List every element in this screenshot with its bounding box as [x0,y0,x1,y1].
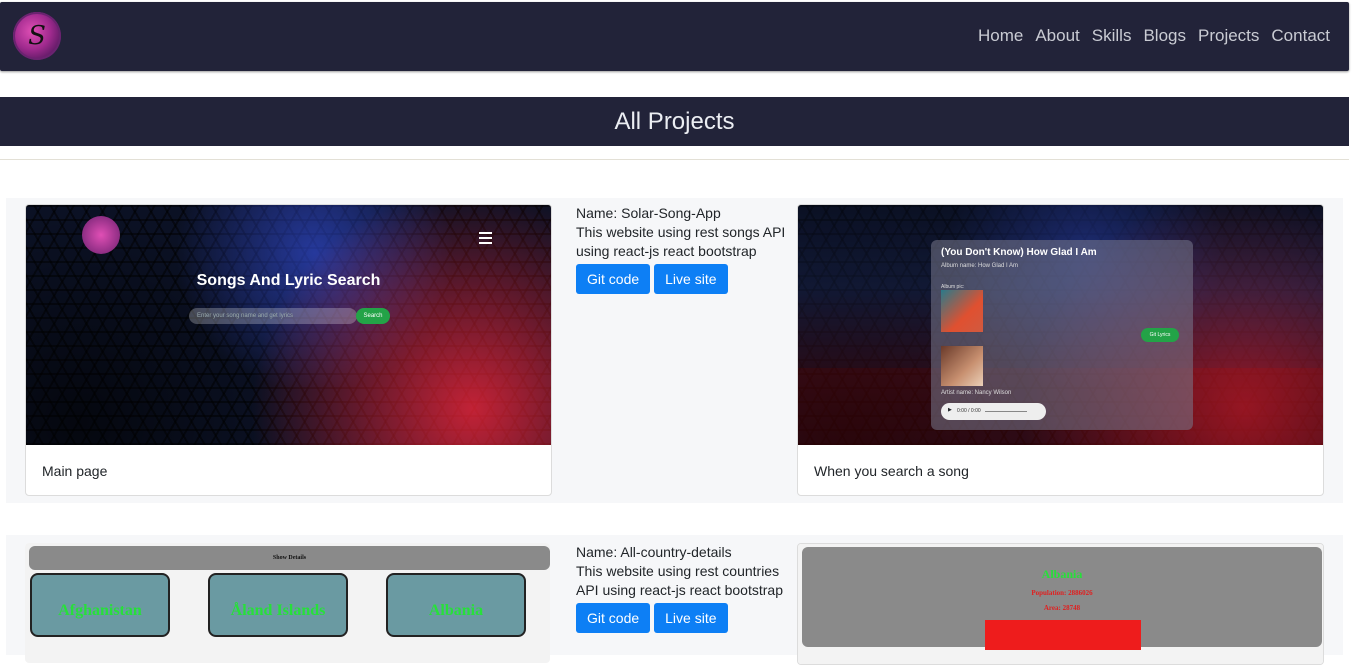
project-screenshot-card: (You Don't Know) How Glad I Am Album nam… [797,204,1324,496]
page-title: All Projects [614,107,735,135]
git-code-button[interactable]: Git code [576,603,651,633]
navbar: S Home About Skills Blogs Projects Conta… [0,2,1349,71]
country-card: Albania [386,573,526,637]
git-code-button[interactable]: Git code [576,264,651,294]
result-song-title: (You Don't Know) How Glad I Am [941,247,1097,258]
project-info: Name: All-country-details This website u… [576,543,786,633]
audio-player: ▶ 0:00 / 0:00 [941,403,1046,420]
detail-country-name: Albania [1041,567,1083,581]
artist-photo-image [941,346,983,386]
detail-flag-image [985,620,1141,650]
project-description: This website using rest songs API using … [576,224,786,259]
country-card: Åland Islands [208,573,348,637]
card-caption: Main page [42,463,108,479]
album-cover-image [941,290,983,332]
screenshot-heading: Songs And Lyric Search [196,272,381,289]
project-row: Show Details Afghanistan Åland Islands A… [6,535,1343,665]
mini-logo-icon [82,216,120,254]
hamburger-menu-icon [479,232,492,247]
project-screenshot-card: Songs And Lyric Search Enter your song n… [25,204,552,496]
audio-time: 0:00 / 0:00 [957,408,981,414]
card-caption: When you search a song [814,463,969,479]
logo-letter: S [28,21,46,51]
project-name: Name: Solar-Song-App [576,205,721,221]
result-lyrics-button: Git Lyrics [1141,328,1179,342]
screenshot-search-result[interactable]: (You Don't Know) How Glad I Am Album nam… [798,205,1323,445]
nav-blogs-link[interactable]: Blogs [1143,26,1186,46]
project-row: Songs And Lyric Search Enter your song n… [6,198,1343,503]
page-title-bar: All Projects [0,97,1349,146]
nav-menu: Home About Skills Blogs Projects Contact [978,26,1330,46]
result-artist-name: Artist name: Nancy Wilson [941,390,1012,396]
nav-home-link[interactable]: Home [978,26,1023,46]
site-logo[interactable]: S [13,12,61,60]
nav-skills-link[interactable]: Skills [1092,26,1132,46]
live-site-button[interactable]: Live site [654,264,728,294]
nav-contact-link[interactable]: Contact [1271,26,1330,46]
project-screenshot-card: Albania Population: 2886026 Area: 28748 [797,543,1324,665]
project-info: Name: Solar-Song-App This website using … [576,204,786,294]
screenshot-result-card: (You Don't Know) How Glad I Am Album nam… [931,240,1193,430]
nav-projects-link[interactable]: Projects [1198,26,1259,46]
country-card: Afghanistan [30,573,170,637]
project-screenshot-card: Show Details Afghanistan Åland Islands A… [25,543,550,663]
divider [0,159,1349,160]
screenshot-search-input: Enter your song name and get lyrics [189,308,357,324]
screenshot-show-details-bar: Show Details [29,546,550,570]
detail-population: Population: 2886026 [1031,589,1093,597]
screenshot-country-detail[interactable]: Albania Population: 2886026 Area: 28748 [798,544,1323,664]
detail-area: Area: 28748 [1043,604,1081,612]
screenshot-countries-list[interactable]: Show Details Afghanistan Åland Islands A… [25,543,550,663]
screenshot-search-button: Search [356,308,390,324]
screenshot-main-page[interactable]: Songs And Lyric Search Enter your song n… [26,205,551,445]
nav-about-link[interactable]: About [1035,26,1079,46]
result-album-name: Album name: How Glad I Am [941,263,1019,269]
project-description: This website using rest countries API us… [576,563,783,598]
country-detail-panel: Albania Population: 2886026 Area: 28748 [802,547,1322,650]
live-site-button[interactable]: Live site [654,603,728,633]
project-name: Name: All-country-details [576,544,732,560]
